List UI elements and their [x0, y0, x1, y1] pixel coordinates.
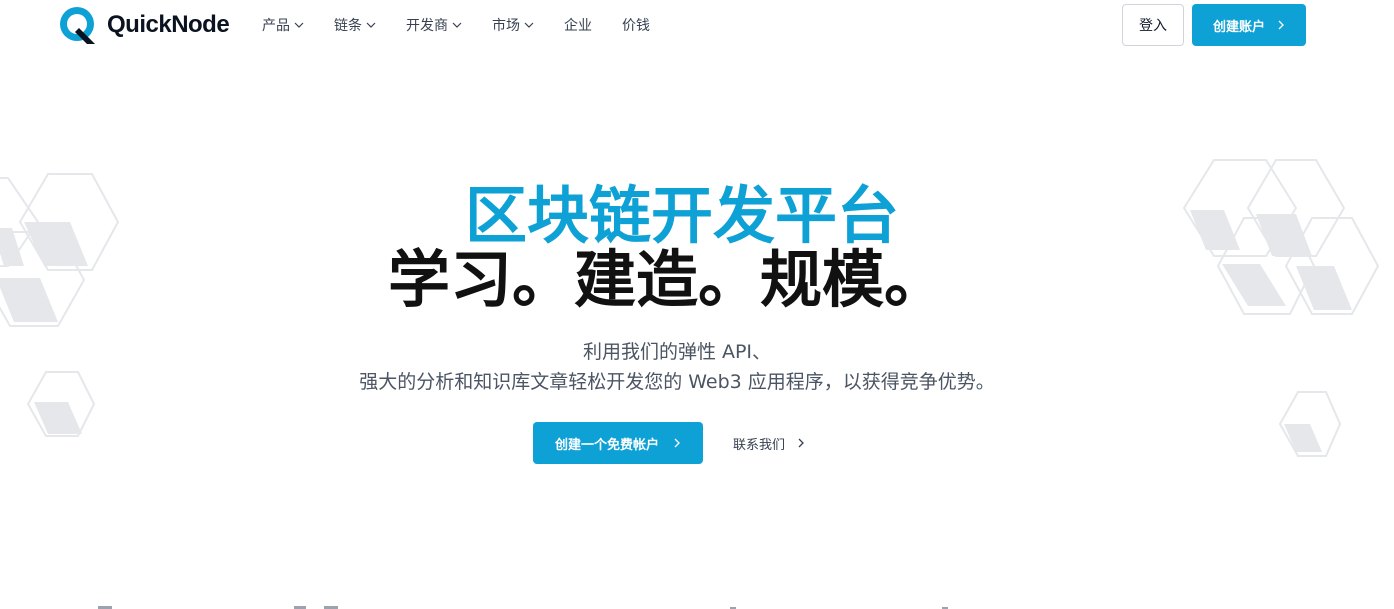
quicknode-logo-icon: [60, 7, 95, 44]
nav-item-pricing[interactable]: 价钱: [622, 15, 650, 35]
nav-label: 链条: [334, 18, 362, 34]
contact-us-link[interactable]: 联系我们: [733, 432, 805, 454]
site-header: QuickNode 产品 链条 开发商 市场 企业 价钱 登入 创建账户: [0, 0, 1394, 50]
nav-item-chains[interactable]: 链条: [334, 15, 376, 35]
nav-label: 市场: [492, 18, 520, 34]
chevron-right-icon: [1278, 20, 1284, 30]
chevron-right-icon: [798, 438, 804, 448]
brand-logo-link[interactable]: QuickNode: [57, 4, 230, 46]
next-section-edge: [98, 606, 948, 609]
hero-title-main: 学习。建造。规模。: [387, 243, 946, 316]
contact-us-label: 联系我们: [733, 437, 786, 453]
nav-item-developers[interactable]: 开发商: [406, 15, 462, 35]
chevron-down-icon: [524, 22, 534, 28]
chevron-down-icon: [366, 22, 376, 28]
nav-item-marketplace[interactable]: 市场: [492, 15, 534, 35]
nav-label: 产品: [262, 18, 290, 34]
chevron-down-icon: [294, 22, 304, 28]
create-account-button[interactable]: 创建账户: [1192, 4, 1306, 46]
nav-item-products[interactable]: 产品: [262, 15, 304, 35]
main-nav: 产品 链条 开发商 市场 企业 价钱: [262, 14, 680, 36]
nav-label: 价钱: [622, 18, 650, 34]
nav-label: 开发商: [406, 18, 448, 34]
create-free-account-button[interactable]: 创建一个免费帐户: [533, 422, 703, 464]
create-free-account-label: 创建一个免费帐户: [554, 437, 659, 453]
login-button[interactable]: 登入: [1122, 4, 1184, 46]
login-button-label: 登入: [1139, 18, 1167, 34]
hero-title-accent: 区块链开发平台: [464, 179, 899, 252]
nav-label: 企业: [564, 18, 592, 34]
chevron-down-icon: [452, 22, 462, 28]
page: QuickNode 产品 链条 开发商 市场 企业 价钱 登入 创建账户 区块链…: [0, 0, 1394, 609]
nav-item-enterprise[interactable]: 企业: [564, 15, 592, 35]
brand-name: QuickNode: [107, 11, 230, 38]
hero-subtitle-line2: 强大的分析和知识库文章轻松开发您的 Web3 应用程序，以获得竞争优势。: [359, 371, 995, 393]
create-account-label: 创建账户: [1212, 19, 1265, 35]
chevron-right-icon: [674, 438, 680, 448]
hero-subtitle-line1: 利用我们的弹性 API、: [582, 341, 772, 363]
